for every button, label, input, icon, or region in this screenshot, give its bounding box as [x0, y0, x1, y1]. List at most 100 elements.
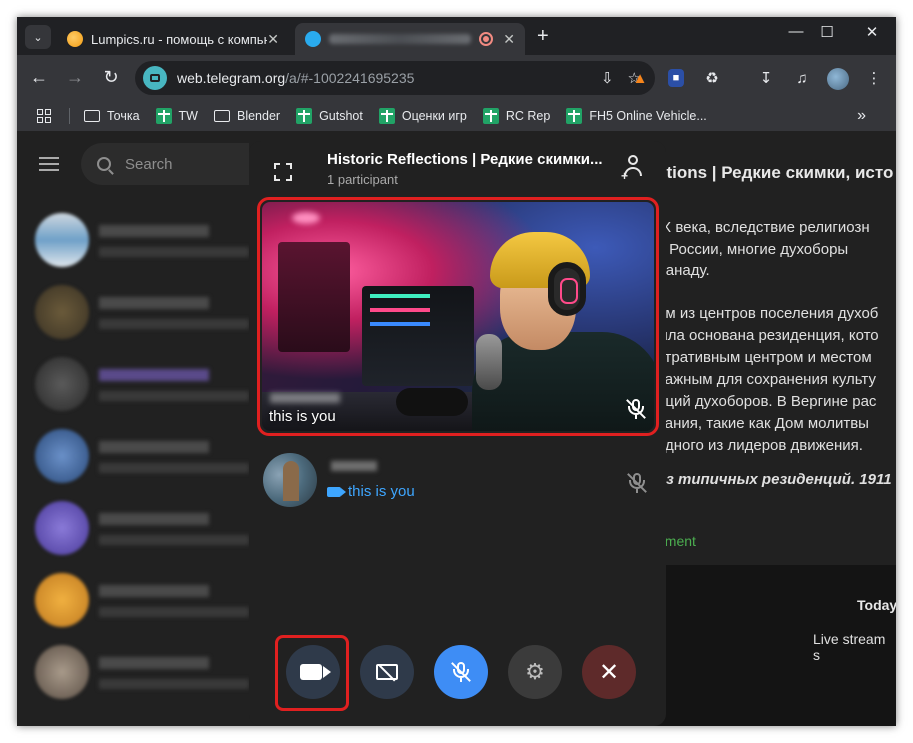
mic-off-icon — [625, 397, 647, 421]
list-item[interactable] — [35, 285, 255, 341]
message-line: важным для сохранения культу — [657, 371, 876, 388]
camera-button[interactable] — [286, 645, 340, 699]
sheets-icon — [482, 108, 499, 124]
url-text: web.telegram.org/a/#-1002241695235 — [177, 70, 415, 86]
bookmark-blender[interactable]: Blender — [213, 109, 280, 123]
tab-title: Lumpics.ru - помощь с компью — [91, 31, 268, 47]
extensions-puzzle-icon[interactable]: ♻ — [701, 67, 723, 89]
message-line: вания, такие как Дом молитвы — [657, 415, 869, 432]
participant-count: 1 participant — [327, 172, 398, 187]
bookmark-fh5[interactable]: FH5 Online Vehicle... — [566, 108, 707, 124]
profile-avatar-icon[interactable] — [827, 68, 849, 90]
list-item[interactable] — [35, 357, 255, 413]
self-video-highlight: this is you — [257, 197, 659, 436]
tab-telegram[interactable]: ✕ — [295, 23, 525, 55]
back-arrow-icon[interactable]: ← — [27, 67, 51, 88]
message-line: IX века, вследствие религиозн — [657, 219, 870, 236]
telegram-favicon-icon — [305, 31, 321, 47]
bookmark-gutshot[interactable]: Gutshot — [296, 108, 363, 124]
call-title: Historic Reflections | Редкие скимки... — [327, 151, 603, 168]
participant-avatar — [263, 453, 317, 507]
lumpics-favicon-icon — [67, 31, 83, 47]
gear-icon: ⚙ — [525, 659, 545, 684]
video-camera-icon — [299, 664, 331, 680]
bookmark-rc-rep[interactable]: RC Rep — [482, 108, 550, 124]
apps-grid-icon[interactable] — [37, 109, 51, 123]
group-call-window: Historic Reflections | Редкие скимки... … — [249, 141, 666, 726]
reload-icon[interactable]: ↻ — [99, 67, 123, 88]
list-item[interactable] — [35, 429, 255, 485]
call-panel: Historic Reflections | Редкие скимки... … — [249, 141, 666, 726]
sheets-icon — [566, 108, 583, 124]
menu-dots-icon[interactable]: ⋮ — [863, 67, 885, 89]
new-tab-icon[interactable]: + — [537, 25, 549, 48]
downloads-icon[interactable]: ↧ — [755, 67, 777, 89]
screen-share-off-icon — [376, 664, 398, 680]
maximize-icon[interactable]: ☐ — [812, 23, 842, 41]
leave-call-button[interactable]: ✕ — [582, 645, 636, 699]
bookmarks-separator — [69, 108, 70, 124]
message-line: одного из лидеров движения. — [657, 437, 863, 454]
minimize-icon[interactable]: — — [781, 23, 811, 40]
sheets-icon — [296, 108, 313, 124]
close-window-icon[interactable]: ✕ — [857, 23, 887, 41]
settings-button[interactable]: ⚙ — [508, 645, 562, 699]
fullscreen-icon[interactable] — [274, 163, 292, 181]
video-name-blurred — [270, 393, 340, 403]
bookmark-otsenki[interactable]: Оценки игр — [378, 108, 467, 124]
sheets-icon — [378, 108, 395, 124]
install-app-icon[interactable]: ⇩ — [601, 69, 614, 87]
bookmark-tochka[interactable]: Точка — [84, 109, 140, 123]
microphone-button[interactable] — [434, 645, 488, 699]
shield-extension-icon[interactable]: ■ — [668, 69, 684, 87]
browser-window: ⌄ Lumpics.ru - помощь с компью ✕ ✕ + — ☐… — [17, 17, 896, 726]
site-info-icon[interactable] — [143, 66, 167, 90]
search-icon — [97, 157, 111, 171]
tab-close-icon[interactable]: ✕ — [267, 31, 279, 48]
mic-off-icon — [626, 471, 648, 495]
participant-name-blurred — [331, 461, 377, 471]
add-participant-icon[interactable]: + — [621, 155, 645, 183]
media-control-icon[interactable]: ♫ — [791, 67, 813, 89]
tab-title-blurred — [329, 34, 472, 44]
message-line: в России, многие духоборы — [657, 241, 849, 258]
folder-icon — [213, 110, 230, 122]
list-item[interactable] — [35, 213, 255, 269]
folder-icon — [84, 110, 100, 122]
browser-toolbar: ← → ↻ web.telegram.org/a/#-1002241695235… — [17, 55, 896, 101]
list-item[interactable] — [35, 501, 255, 557]
participant-status: this is you — [327, 483, 415, 500]
chat-title: ctions | Редкие скимки, исто — [657, 163, 894, 182]
message-line: стративным центром и местом — [657, 349, 872, 366]
forward-arrow-icon[interactable]: → — [63, 67, 87, 88]
tab-lumpics[interactable]: Lumpics.ru - помощь с компью ✕ — [57, 23, 289, 55]
message-line: им из центров поселения духоб — [657, 305, 879, 322]
screen-share-button[interactable] — [360, 645, 414, 699]
tab-search-button[interactable]: ⌄ — [25, 25, 51, 49]
more-bookmarks-icon[interactable]: » — [857, 107, 866, 125]
tab-strip: ⌄ Lumpics.ru - помощь с компью ✕ ✕ + — ☐… — [17, 17, 896, 55]
recording-icon — [479, 32, 494, 46]
address-bar[interactable]: web.telegram.org/a/#-1002241695235 ⇩ ☆ — [135, 61, 655, 95]
chat-list-sidebar: Search — [17, 131, 281, 726]
metamask-extension-icon[interactable]: ▲ — [629, 67, 651, 89]
tab-close-icon[interactable]: ✕ — [503, 31, 515, 48]
self-video-preview[interactable]: this is you — [262, 202, 654, 431]
sheets-icon — [155, 108, 172, 124]
message-line: ыла основана резиденция, кото — [657, 327, 879, 344]
live-stream-notice: Live stream s — [813, 631, 886, 663]
date-separator: Today — [857, 597, 896, 613]
hamburger-menu-icon[interactable] — [39, 157, 59, 171]
list-item[interactable] — [35, 645, 255, 701]
close-icon: ✕ — [598, 658, 620, 686]
mic-off-icon — [450, 660, 472, 684]
participant-row[interactable]: this is you — [263, 453, 653, 509]
message-line: иций духоборов. В Вергине рас — [657, 393, 877, 410]
bookmarks-bar: Точка TW Blender Gutshot Оценки игр RC R… — [17, 101, 896, 131]
bookmark-tw[interactable]: TW — [155, 108, 198, 124]
message-caption: из типичных резиденций. 1911 — [657, 471, 892, 488]
call-controls: ⚙ ✕ — [249, 635, 666, 715]
video-camera-icon — [327, 486, 346, 497]
list-item[interactable] — [35, 573, 255, 629]
video-self-label: this is you — [269, 408, 336, 425]
